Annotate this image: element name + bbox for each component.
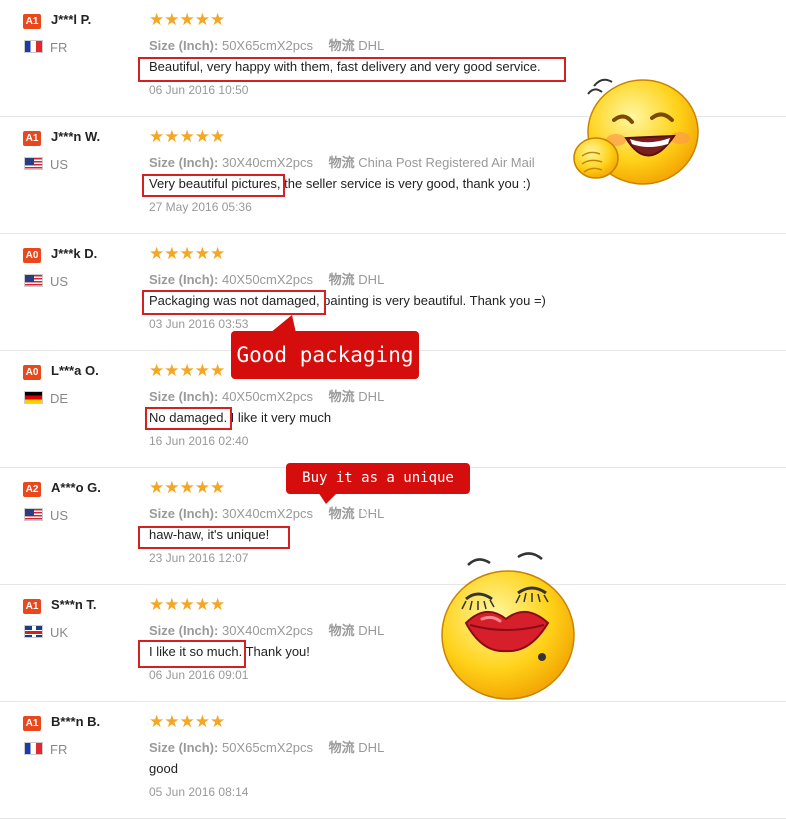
shipping-value: DHL xyxy=(358,623,385,638)
size-label: Size (Inch): xyxy=(149,740,219,755)
buyer-level-badge: A1 xyxy=(23,599,41,614)
country-flag-icon xyxy=(24,391,43,404)
buyer-name: L***a O. xyxy=(51,363,99,378)
highlight-box xyxy=(145,407,232,430)
size-value: 30X40cmX2pcs xyxy=(221,155,314,170)
shipping-value: DHL xyxy=(358,740,385,755)
order-info: Size (Inch): 40X50cmX2pcs 物流 DHL xyxy=(149,386,384,405)
highlight-box xyxy=(138,640,246,668)
size-value: 30X40cmX2pcs xyxy=(221,623,314,638)
buyer-country: FR xyxy=(50,40,68,55)
shipping-label: 物流 xyxy=(328,155,355,170)
review-date: 16 Jun 2016 02:40 xyxy=(149,434,249,448)
star-rating: ★★★★★ xyxy=(149,478,226,497)
review-date: 03 Jun 2016 03:53 xyxy=(149,317,249,331)
review-item: A1 B***n B. FR ★★★★★ Size (Inch): 50X65c… xyxy=(0,702,786,819)
star-rating: ★★★★★ xyxy=(149,595,226,614)
buyer-country: UK xyxy=(50,625,69,640)
highlight-box xyxy=(138,526,290,549)
size-value: 50X65cmX2pcs xyxy=(221,740,314,755)
review-date: 27 May 2016 05:36 xyxy=(149,200,252,214)
country-flag-icon xyxy=(24,274,43,287)
size-label: Size (Inch): xyxy=(149,38,219,53)
callout-pointer xyxy=(270,315,296,333)
callout-pointer xyxy=(318,492,338,504)
highlight-box xyxy=(142,290,326,315)
buyer-level-badge: A0 xyxy=(23,365,41,380)
shipping-label: 物流 xyxy=(328,389,355,404)
size-label: Size (Inch): xyxy=(149,272,219,287)
review-item: A1 S***n T. UK ★★★★★ Size (Inch): 30X40c… xyxy=(0,585,786,702)
shipping-label: 物流 xyxy=(328,623,355,638)
buyer-country: FR xyxy=(50,742,68,757)
kissing-emoji-icon xyxy=(441,552,575,700)
review-date: 05 Jun 2016 08:14 xyxy=(149,785,249,799)
highlight-box xyxy=(138,57,566,82)
buyer-level-badge: A1 xyxy=(23,716,41,731)
buyer-name: A***o G. xyxy=(51,480,101,495)
buyer-name: J***k D. xyxy=(51,246,98,261)
size-value: 50X65cmX2pcs xyxy=(221,38,314,53)
laughing-emoji-icon xyxy=(573,78,699,185)
buyer-level-badge: A2 xyxy=(23,482,41,497)
shipping-label: 物流 xyxy=(328,272,355,287)
order-info: Size (Inch): 30X40cmX2pcs 物流 DHL xyxy=(149,503,384,522)
order-info: Size (Inch): 50X65cmX2pcs 物流 DHL xyxy=(149,737,384,756)
buyer-name: B***n B. xyxy=(51,714,101,729)
buyer-country: DE xyxy=(50,391,69,406)
shipping-value: DHL xyxy=(358,38,385,53)
star-rating: ★★★★★ xyxy=(149,244,226,263)
review-comment: good xyxy=(149,761,178,776)
shipping-value: DHL xyxy=(358,389,385,404)
star-rating: ★★★★★ xyxy=(149,10,226,29)
buyer-country: US xyxy=(50,274,69,289)
buyer-country: US xyxy=(50,508,69,523)
buyer-name: J***l P. xyxy=(51,12,92,27)
callout-text: Good packaging xyxy=(236,343,414,367)
review-date: 23 Jun 2016 12:07 xyxy=(149,551,249,565)
shipping-value: DHL xyxy=(358,272,385,287)
shipping-label: 物流 xyxy=(328,740,355,755)
buyer-name: S***n T. xyxy=(51,597,97,612)
size-label: Size (Inch): xyxy=(149,389,219,404)
highlight-box xyxy=(142,174,285,197)
buyer-level-badge: A1 xyxy=(23,14,41,29)
size-value: 40X50cmX2pcs xyxy=(221,389,314,404)
shipping-value: China Post Registered Air Mail xyxy=(358,155,535,170)
shipping-label: 物流 xyxy=(328,38,355,53)
country-flag-icon xyxy=(24,625,43,638)
size-label: Size (Inch): xyxy=(149,623,219,638)
callout-good-packaging: Good packaging xyxy=(231,331,419,379)
buyer-level-badge: A0 xyxy=(23,248,41,263)
order-info: Size (Inch): 50X65cmX2pcs 物流 DHL xyxy=(149,35,384,54)
size-value: 40X50cmX2pcs xyxy=(221,272,314,287)
country-flag-icon xyxy=(24,508,43,521)
size-label: Size (Inch): xyxy=(149,506,219,521)
size-value: 30X40cmX2pcs xyxy=(221,506,314,521)
star-rating: ★★★★★ xyxy=(149,127,226,146)
order-info: Size (Inch): 40X50cmX2pcs 物流 DHL xyxy=(149,269,384,288)
buyer-level-badge: A1 xyxy=(23,131,41,146)
order-info: Size (Inch): 30X40cmX2pcs 物流 China Post … xyxy=(149,152,535,171)
buyer-country: US xyxy=(50,157,69,172)
buyer-name: J***n W. xyxy=(51,129,101,144)
country-flag-icon xyxy=(24,40,43,53)
order-info: Size (Inch): 30X40cmX2pcs 物流 DHL xyxy=(149,620,384,639)
star-rating: ★★★★★ xyxy=(149,361,226,380)
shipping-label: 物流 xyxy=(328,506,355,521)
country-flag-icon xyxy=(24,157,43,170)
country-flag-icon xyxy=(24,742,43,755)
size-label: Size (Inch): xyxy=(149,155,219,170)
review-date: 06 Jun 2016 09:01 xyxy=(149,668,249,682)
callout-unique-gift: Buy it as a unique gift xyxy=(286,463,470,517)
review-date: 06 Jun 2016 10:50 xyxy=(149,83,249,97)
star-rating: ★★★★★ xyxy=(149,712,226,731)
